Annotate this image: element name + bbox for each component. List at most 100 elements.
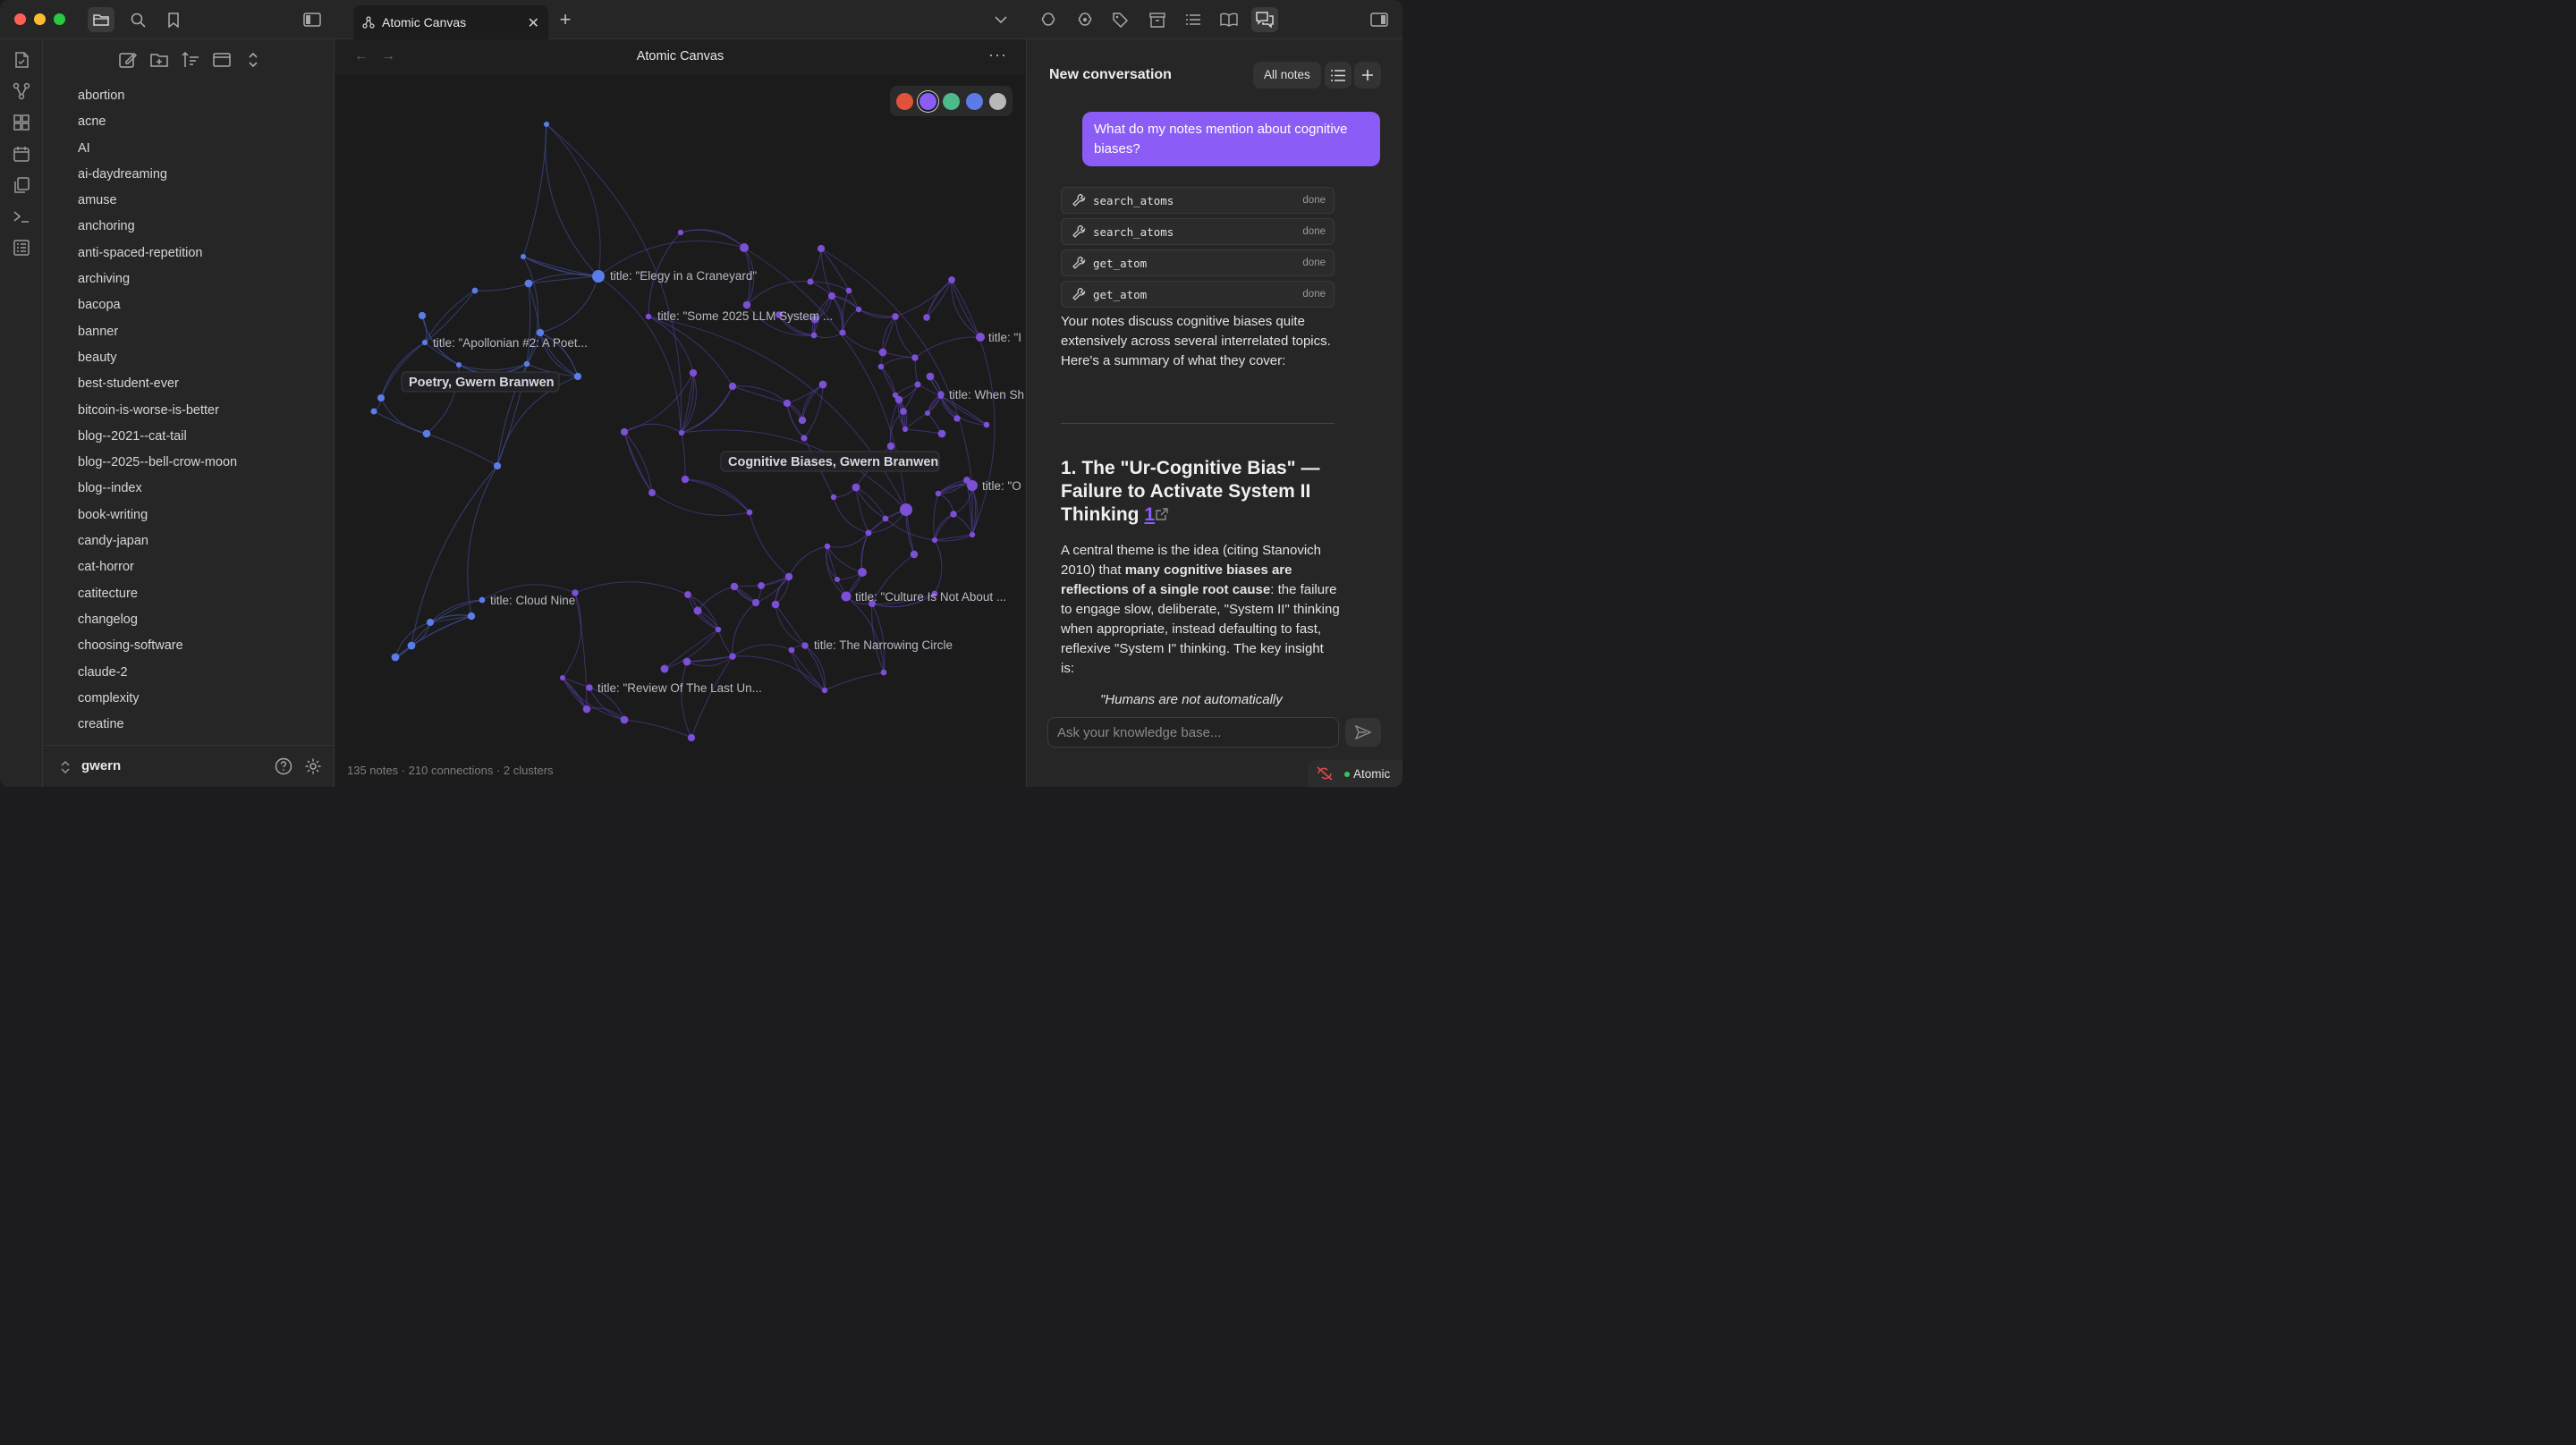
terminal-icon[interactable] [13, 207, 30, 225]
graph-node[interactable] [645, 313, 652, 320]
tag-item[interactable]: creatine [78, 713, 237, 739]
view-mode-icon[interactable] [212, 50, 232, 70]
graph-node[interactable] [771, 600, 780, 609]
tag-item[interactable]: blog--2021--cat-tail [78, 425, 237, 451]
graph-node[interactable] [426, 618, 435, 627]
graph-node[interactable] [798, 416, 807, 425]
status-indicator[interactable]: Atomic [1308, 760, 1402, 787]
graph-node[interactable] [421, 339, 428, 346]
chat-input-field[interactable] [1048, 718, 1338, 747]
calendar-icon[interactable] [13, 145, 30, 163]
tag-item[interactable]: catitecture [78, 582, 237, 608]
graph-node[interactable] [834, 576, 841, 583]
graph-node[interactable] [810, 332, 818, 339]
tag-item[interactable]: claude-2 [78, 661, 237, 687]
bookmark-button[interactable] [160, 7, 187, 32]
graph-node[interactable] [953, 415, 961, 422]
graph-node[interactable] [900, 503, 912, 516]
graph-node[interactable] [687, 733, 696, 742]
notes-icon[interactable] [13, 51, 30, 69]
tag-item[interactable]: bitcoin-is-worse-is-better [78, 399, 237, 425]
swatch-red[interactable] [896, 93, 913, 110]
expand-collapse-icon[interactable] [243, 50, 263, 70]
brain-sync-button[interactable] [1072, 7, 1098, 32]
new-folder-icon[interactable] [149, 50, 169, 70]
settings-gear-icon[interactable] [304, 757, 322, 775]
graph-node[interactable] [377, 393, 386, 402]
graph-node[interactable] [827, 292, 836, 300]
graph-node[interactable] [524, 279, 533, 288]
graph-node[interactable] [620, 715, 629, 724]
tab-list-dropdown-button[interactable] [987, 7, 1014, 32]
new-conversation-button[interactable] [1354, 62, 1381, 89]
graph-node[interactable] [937, 429, 946, 438]
graph-node[interactable] [689, 368, 698, 377]
graph-node[interactable] [824, 543, 831, 550]
citation-link[interactable]: 1 [1144, 504, 1155, 525]
graph-node[interactable] [418, 311, 427, 320]
graph-node[interactable] [682, 657, 691, 666]
search-button[interactable] [124, 7, 151, 32]
graph-node[interactable] [471, 287, 479, 294]
graph-node[interactable] [911, 354, 919, 361]
graph-node[interactable] [858, 568, 867, 577]
reader-button[interactable] [1216, 7, 1242, 32]
archive-button[interactable] [1144, 7, 1171, 32]
graph-node[interactable] [914, 381, 921, 388]
graph-node[interactable] [878, 348, 887, 357]
external-link-icon[interactable] [1155, 507, 1169, 521]
swatch-gray[interactable] [989, 93, 1006, 110]
graph-node[interactable] [758, 582, 765, 589]
tag-item[interactable]: abortion [78, 84, 237, 110]
graph-node[interactable] [830, 494, 837, 501]
tag-item[interactable]: archiving [78, 267, 237, 293]
graph-node[interactable] [935, 490, 942, 497]
minimize-window-button[interactable] [34, 13, 46, 25]
graph-node[interactable] [877, 363, 885, 370]
graph-node[interactable] [455, 361, 462, 368]
graph-node[interactable] [839, 329, 846, 336]
graph-node[interactable] [931, 537, 938, 544]
graph-node[interactable] [648, 489, 656, 496]
toggle-left-sidebar-button[interactable] [299, 7, 326, 32]
graph-node[interactable] [784, 572, 793, 581]
graph-node[interactable] [660, 664, 669, 673]
tool-call-row[interactable]: search_atoms done [1061, 218, 1335, 245]
graph-node[interactable] [845, 287, 852, 294]
tool-call-row[interactable]: get_atom done [1061, 249, 1335, 276]
help-icon[interactable] [275, 757, 292, 775]
send-button[interactable] [1345, 718, 1381, 747]
graph-icon[interactable] [13, 82, 30, 100]
tag-item[interactable]: beauty [78, 346, 237, 372]
tag-item[interactable]: changelog [78, 608, 237, 634]
graph-node[interactable] [520, 253, 527, 260]
graph-node[interactable] [523, 360, 530, 368]
new-note-icon[interactable] [118, 50, 138, 70]
tag-item[interactable]: blog--2025--bell-crow-moon [78, 451, 237, 477]
graph-node[interactable] [923, 314, 930, 321]
graph-node[interactable] [892, 392, 899, 399]
sort-icon[interactable] [181, 50, 200, 70]
graph-node[interactable] [926, 372, 935, 381]
tag-item[interactable]: complexity [78, 687, 237, 713]
swatch-blue[interactable] [966, 93, 983, 110]
tag-item[interactable]: amuse [78, 189, 237, 215]
chat-button[interactable] [1251, 7, 1278, 32]
graph-node[interactable] [963, 477, 970, 484]
graph-node[interactable] [740, 243, 749, 252]
graph-node[interactable] [783, 399, 792, 408]
graph-node[interactable] [677, 229, 684, 236]
graph-node[interactable] [900, 408, 907, 415]
graph-node[interactable] [882, 515, 889, 522]
graph-node[interactable] [370, 408, 377, 415]
graph-node[interactable] [479, 596, 486, 604]
scope-all-notes-button[interactable]: All notes [1253, 62, 1321, 89]
toggle-right-sidebar-button[interactable] [1366, 7, 1393, 32]
graph-node[interactable] [950, 511, 957, 518]
graph-node[interactable] [693, 606, 702, 615]
graph-node[interactable] [841, 591, 852, 602]
list-layout-icon[interactable] [13, 239, 30, 257]
graph-node[interactable] [852, 483, 860, 492]
tag-item[interactable]: acne [78, 110, 237, 136]
graph-node[interactable] [910, 550, 919, 559]
